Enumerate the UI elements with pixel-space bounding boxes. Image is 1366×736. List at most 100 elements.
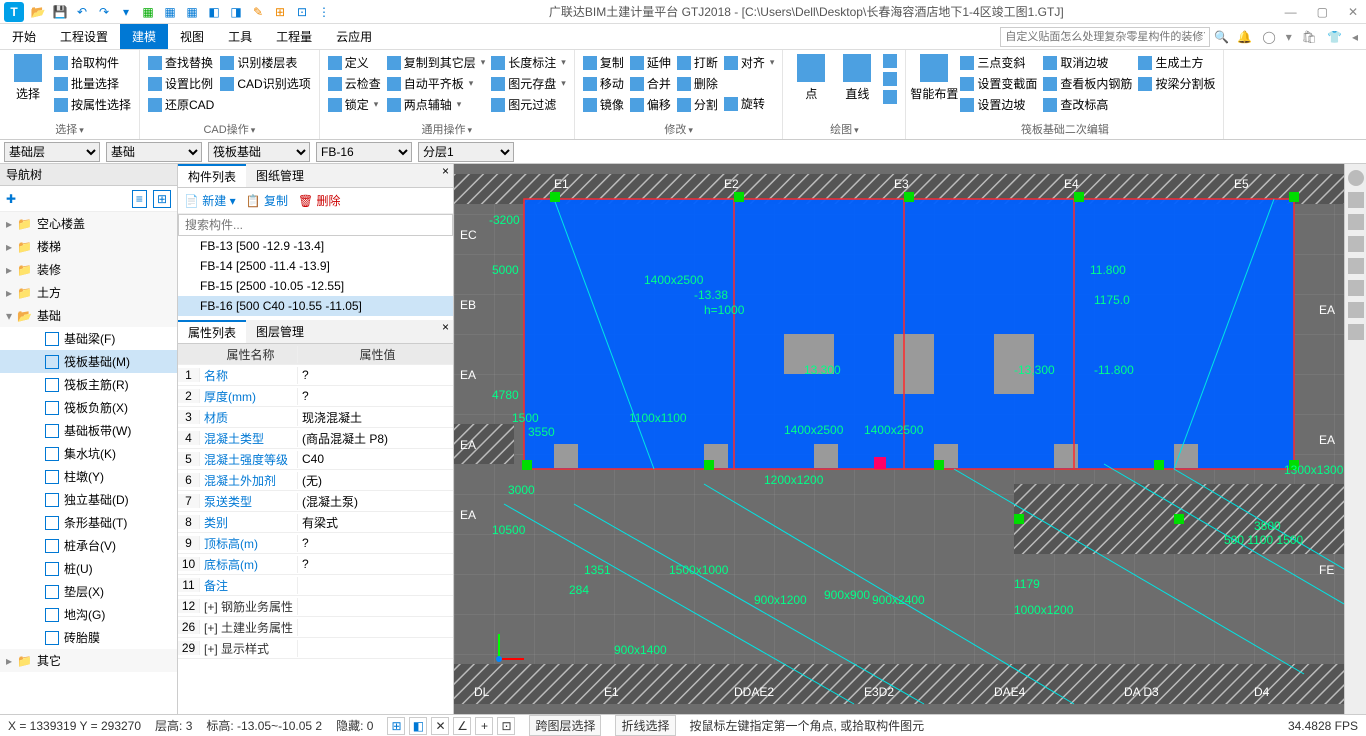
help-search-input[interactable] xyxy=(1000,27,1210,47)
set-scale[interactable]: 设置比例 xyxy=(146,74,216,93)
component-item[interactable]: FB-14 [2500 -11.4 -13.9] xyxy=(178,256,453,276)
split[interactable]: 分割 xyxy=(675,95,720,114)
menu-tab-settings[interactable]: 工程设置 xyxy=(48,24,120,49)
property-row[interactable]: 10底标高(m)? xyxy=(178,554,453,575)
shirt-icon[interactable]: 👕 xyxy=(1327,30,1342,44)
move[interactable]: 移动 xyxy=(581,74,626,93)
minimize-icon[interactable]: — xyxy=(1281,5,1301,19)
nav-cat[interactable]: ▸📁其它 xyxy=(0,649,177,672)
property-row[interactable]: 6混凝土外加剂(无) xyxy=(178,470,453,491)
qat-icon[interactable]: ⊞ xyxy=(272,4,288,20)
view-icon[interactable] xyxy=(1348,258,1364,274)
element-filter[interactable]: 图元过滤 xyxy=(489,95,568,114)
nav-item[interactable]: 桩(U) xyxy=(0,557,177,580)
cloud-check[interactable]: 云检查 xyxy=(326,74,383,93)
nav-item[interactable]: 独立基础(D) xyxy=(0,488,177,511)
restore-cad[interactable]: 还原CAD xyxy=(146,95,216,114)
status-icon[interactable]: + xyxy=(475,717,493,735)
delete-button[interactable]: 🗑 删除 xyxy=(298,192,341,209)
draw-extra[interactable] xyxy=(881,71,899,87)
qat-save-icon[interactable]: 💾 xyxy=(52,4,68,20)
layer-select[interactable]: 分层1 xyxy=(418,142,514,162)
gen-earth[interactable]: 生成土方 xyxy=(1136,53,1217,72)
select-button[interactable]: 选择 xyxy=(6,53,50,119)
nav-item[interactable]: 集水坑(K) xyxy=(0,442,177,465)
nav-cat[interactable]: ▸📁空心楼盖 xyxy=(0,212,177,235)
qat-redo-icon[interactable]: ↷ xyxy=(96,4,112,20)
panel-close-icon[interactable]: × xyxy=(438,320,453,343)
tab-layer-mgmt[interactable]: 图层管理 xyxy=(246,320,314,343)
status-icon[interactable]: ◧ xyxy=(409,717,427,735)
add-icon[interactable]: ✚ xyxy=(6,192,16,206)
draw-extra[interactable] xyxy=(881,53,899,69)
view-elev[interactable]: 查改标高 xyxy=(1041,95,1134,114)
menu-tab-view[interactable]: 视图 xyxy=(168,24,216,49)
tab-component-list[interactable]: 构件列表 xyxy=(178,164,246,187)
maximize-icon[interactable]: ▢ xyxy=(1313,5,1332,19)
length-label[interactable]: 长度标注 xyxy=(489,53,568,72)
group-draw-label[interactable]: 绘图 xyxy=(789,119,899,137)
qat-icon[interactable]: ◨ xyxy=(228,4,244,20)
view-icon[interactable] xyxy=(1348,236,1364,252)
nav-item[interactable]: 条形基础(T) xyxy=(0,511,177,534)
copy-to-floor[interactable]: 复制到其它层 xyxy=(385,53,488,72)
cancel-slope[interactable]: 取消边坡 xyxy=(1041,53,1134,72)
property-row[interactable]: 9顶标高(m)? xyxy=(178,533,453,554)
qat-icon[interactable]: ⊡ xyxy=(294,4,310,20)
break[interactable]: 打断 xyxy=(675,53,720,72)
nav-item[interactable]: 基础板带(W) xyxy=(0,419,177,442)
nav-item[interactable]: 基础梁(F) xyxy=(0,327,177,350)
element-save[interactable]: 图元存盘 xyxy=(489,74,568,93)
offset[interactable]: 偏移 xyxy=(628,95,673,114)
property-row[interactable]: 5混凝土强度等级C40 xyxy=(178,449,453,470)
mirror[interactable]: 镜像 xyxy=(581,95,626,114)
select-by-attr[interactable]: 按属性选择 xyxy=(52,95,133,114)
view-icon[interactable] xyxy=(1348,280,1364,296)
floor-select[interactable]: 基础层 xyxy=(4,142,100,162)
property-row[interactable]: 1名称? xyxy=(178,365,453,386)
status-icon[interactable]: ✕ xyxy=(431,717,449,735)
close-icon[interactable]: ✕ xyxy=(1344,5,1362,19)
qat-undo-icon[interactable]: ↶ xyxy=(74,4,90,20)
merge[interactable]: 合并 xyxy=(628,74,673,93)
property-row[interactable]: 2厚度(mm)? xyxy=(178,386,453,407)
rotate[interactable]: 旋转 xyxy=(722,94,777,113)
polyline-select-button[interactable]: 折线选择 xyxy=(615,715,675,736)
major-cat-select[interactable]: 基础 xyxy=(106,142,202,162)
identify-floor-table[interactable]: 识别楼层表 xyxy=(218,53,312,72)
group-common-label[interactable]: 通用操作 xyxy=(326,119,568,137)
qat-open-icon[interactable]: 📂 xyxy=(30,4,46,20)
component-item[interactable]: FB-13 [500 -12.9 -13.4] xyxy=(178,236,453,256)
define[interactable]: 定义 xyxy=(326,53,383,72)
copy[interactable]: 复制 xyxy=(581,53,626,72)
extend[interactable]: 延伸 xyxy=(628,53,673,72)
draw-extra[interactable] xyxy=(881,89,899,105)
nav-cat-foundation[interactable]: ▾📂基础 xyxy=(0,304,177,327)
nav-item[interactable]: 砖胎膜 xyxy=(0,626,177,649)
qat-icon[interactable]: ▦ xyxy=(162,4,178,20)
two-point-axis[interactable]: 两点辅轴 xyxy=(385,95,488,114)
drawing-canvas[interactable]: E1E2E3E4E5 ECEBEAEAEA DLE1DDAE2E3D2DAE4D… xyxy=(454,164,1344,714)
more-icon[interactable]: ◂ xyxy=(1352,30,1358,44)
group-select-label[interactable]: 选择 xyxy=(6,119,133,137)
property-row[interactable]: 3材质现浇混凝土 xyxy=(178,407,453,428)
nav-item[interactable]: 地沟(G) xyxy=(0,603,177,626)
dropdown-icon[interactable]: ▾ xyxy=(1286,30,1292,44)
point-button[interactable]: 点 xyxy=(789,53,833,119)
status-icon[interactable]: ⊞ xyxy=(387,717,405,735)
bell-icon[interactable]: 🔔 xyxy=(1237,30,1252,44)
delete[interactable]: 删除 xyxy=(675,74,720,93)
qat-down-icon[interactable]: ▾ xyxy=(118,4,134,20)
component-item[interactable]: FB-16 [500 C40 -10.55 -11.05] xyxy=(178,296,453,316)
menu-tab-start[interactable]: 开始 xyxy=(0,24,48,49)
panel-close-icon[interactable]: × xyxy=(438,164,453,187)
nav-cat[interactable]: ▸📁楼梯 xyxy=(0,235,177,258)
component-search-input[interactable] xyxy=(178,214,453,236)
tab-property-list[interactable]: 属性列表 xyxy=(178,320,246,343)
line-button[interactable]: 直线 xyxy=(835,53,879,119)
three-point[interactable]: 三点变斜 xyxy=(958,53,1039,72)
cross-layer-button[interactable]: 跨图层选择 xyxy=(529,715,601,736)
nav-item[interactable]: 垫层(X) xyxy=(0,580,177,603)
find-replace[interactable]: 查找替换 xyxy=(146,53,216,72)
sub-cat-select[interactable]: 筏板基础 xyxy=(208,142,310,162)
